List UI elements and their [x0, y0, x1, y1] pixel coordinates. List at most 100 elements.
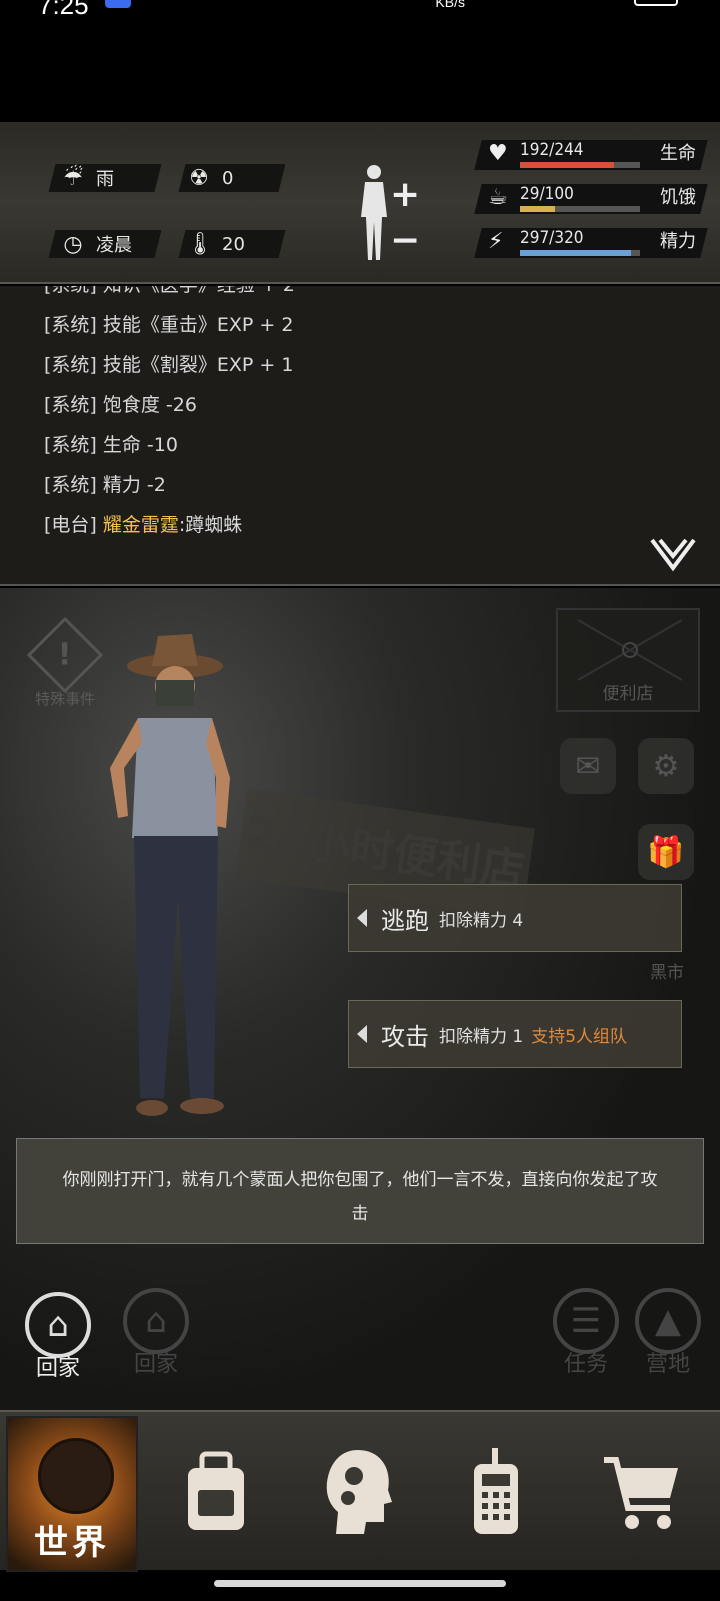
log-tag: [系统]: [44, 394, 97, 416]
vital-bar: [520, 162, 640, 168]
action-name: 逃跑: [381, 906, 429, 935]
heart-pulse-icon: ♥: [488, 141, 508, 166]
log-line: [系统] 技能《重击》EXP + 2: [44, 310, 293, 337]
radiation-value: 0: [222, 167, 234, 189]
store-label: 便利店: [602, 684, 654, 704]
task-button[interactable]: ☰ 任务: [548, 1288, 624, 1378]
house-icon: ⌂: [123, 1288, 189, 1354]
vital-value: 29/100: [520, 184, 574, 204]
gift-icon[interactable]: 🎁: [638, 824, 694, 880]
camp-button[interactable]: ▲ 营地: [630, 1288, 706, 1378]
temperature-stat: 🌡 20: [186, 230, 245, 258]
home-ghost-button: ⌂ 回家: [118, 1288, 194, 1378]
vital-label: 精力: [660, 231, 696, 252]
arrow-left-icon: [357, 909, 367, 927]
store-button[interactable]: 便利店: [556, 608, 700, 712]
weather-label: 雨: [96, 169, 114, 190]
arrow-left-icon: [357, 1025, 367, 1043]
action-cost: 扣除精力 4: [439, 910, 524, 931]
flee-button[interactable]: 逃跑 扣除精力 4: [348, 884, 682, 952]
vital-bar-fill: [520, 206, 555, 212]
clipboard-icon: ☰: [553, 1288, 619, 1354]
time-of-day-label: 凌晨: [96, 235, 132, 256]
action-extra: 支持5人组队: [531, 1026, 628, 1047]
home-label: 回家: [35, 1356, 80, 1381]
stomach-icon: ☕: [488, 185, 508, 210]
skills-head-icon[interactable]: [318, 1446, 398, 1536]
action-name: 攻击: [381, 1022, 429, 1051]
log-text: 饱食度 -26: [102, 394, 197, 416]
log-line: [电台] 耀金雷霆:蹲蜘蛛: [44, 510, 242, 537]
home-button[interactable]: ⌂ 回家: [20, 1292, 96, 1382]
vital-bar: [520, 250, 640, 256]
log-line: [系统] 生命 -10: [44, 430, 178, 457]
log-text: 知识《医学》经验 + 2: [103, 286, 295, 296]
bottom-nav: 世界: [0, 1410, 720, 1572]
temperature-value: 20: [222, 233, 245, 255]
globe-icon: [38, 1438, 114, 1514]
home-ghost-label: 回家: [133, 1352, 178, 1377]
cart-icon[interactable]: [602, 1446, 682, 1536]
log-line: [系统] 知识《医学》经验 + 2: [44, 286, 295, 297]
log-line: [系统] 技能《割裂》EXP + 1: [44, 350, 293, 377]
weather-stat: ☔ 雨: [60, 164, 114, 192]
house-icon: ⌂: [25, 1292, 91, 1358]
minus-icon[interactable]: −: [390, 220, 420, 261]
vital-health: ♥ 192/244 生命: [474, 138, 708, 172]
notification-icon: [105, 0, 131, 8]
log-tag: [系统]: [44, 474, 97, 496]
radiation-icon: ☢: [189, 165, 209, 191]
log-text: 生命 -10: [102, 434, 178, 456]
tent-icon: ▲: [635, 1288, 701, 1354]
map-marker-icon: [577, 619, 683, 681]
log-sender: 耀金雷霆: [102, 514, 179, 536]
vital-hunger: ☕ 29/100 饥饿: [474, 182, 708, 216]
log-line: [系统] 饱食度 -26: [44, 390, 197, 417]
event-dialog: 你刚刚打开门，就有几个蒙面人把你包围了，他们一言不发，直接向你发起了攻击: [16, 1138, 704, 1244]
vital-value: 297/320: [520, 228, 584, 248]
log-tag: [系统]: [44, 286, 97, 296]
vital-bar-fill: [520, 250, 632, 256]
net-speed: KB/s: [435, 0, 465, 10]
radio-icon[interactable]: [456, 1446, 536, 1536]
energy-head-icon: ⚡: [488, 229, 504, 254]
home-indicator[interactable]: [214, 1580, 506, 1587]
radiation-stat: ☢ 0: [186, 164, 233, 192]
quick-actions: ⌂ 回家 ⌂ 回家 ☰ 任务 ▲ 营地: [0, 1284, 720, 1384]
log-line: [系统] 精力 -2: [44, 470, 166, 497]
log-text: 精力 -2: [102, 474, 166, 496]
status-time: 7:25: [38, 0, 89, 20]
vital-label: 生命: [660, 143, 696, 164]
log-tag: [系统]: [44, 434, 97, 456]
black-market-label[interactable]: 黑市: [650, 958, 684, 983]
nav-world[interactable]: 世界: [6, 1416, 138, 1572]
camp-label: 营地: [645, 1352, 690, 1377]
log-tag: [系统]: [44, 314, 97, 336]
action-cost: 扣除精力 1: [439, 1026, 524, 1047]
world-label: 世界: [34, 1523, 110, 1563]
log-tag: [系统]: [44, 354, 97, 376]
vital-value: 192/244: [520, 140, 584, 160]
backpack-icon[interactable]: [176, 1446, 256, 1536]
gear-icon[interactable]: ⚙: [638, 738, 694, 794]
log-text: 技能《重击》EXP + 2: [102, 314, 294, 336]
task-label: 任务: [563, 1352, 608, 1377]
attack-button[interactable]: 攻击 扣除精力 1 支持5人组队: [348, 1000, 682, 1068]
time-stat: ◷ 凌晨: [60, 230, 132, 258]
mail-icon[interactable]: ✉: [560, 738, 616, 794]
stat-panel: ☔ 雨 ☢ 0 ◷ 凌晨 🌡 20 + − ♥ 192/244 生命 ☕ 29/100 饥…: [0, 122, 720, 284]
plus-icon[interactable]: +: [390, 174, 420, 215]
status-bar: 7:25 KB/s: [0, 0, 720, 24]
log-tag: [电台]: [44, 514, 97, 536]
log-text: :蹲蜘蛛: [178, 514, 243, 536]
player-character: [110, 634, 230, 1116]
battery-icon: [634, 0, 678, 6]
thermometer-icon: 🌡: [186, 231, 214, 257]
chevron-down-icon[interactable]: [650, 538, 696, 572]
message-log[interactable]: [系统] 知识《医学》经验 + 2[系统] 技能《重击》EXP + 2[系统] …: [0, 286, 720, 586]
vital-label: 饥饿: [660, 187, 696, 208]
log-text: 技能《割裂》EXP + 1: [102, 354, 294, 376]
clock-icon: ◷: [63, 231, 83, 257]
rain-cloud-icon: ☔: [63, 165, 83, 191]
vital-bar: [520, 206, 640, 212]
